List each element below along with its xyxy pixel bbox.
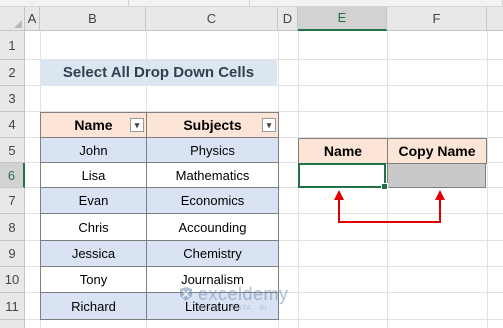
- column-header-e[interactable]: E: [298, 7, 387, 31]
- row-header-3[interactable]: 3: [0, 86, 25, 112]
- subject-cell[interactable]: Mathematics: [146, 163, 279, 188]
- subject-cell[interactable]: Economics: [146, 188, 279, 214]
- select-all-button[interactable]: [0, 7, 25, 31]
- exceldemy-logo-icon: [180, 287, 192, 301]
- subject-cell[interactable]: Accounding: [146, 214, 279, 241]
- name-cell[interactable]: Lisa: [40, 163, 147, 188]
- subject-cell[interactable]: Chemistry: [146, 241, 279, 267]
- copy-name-source-header[interactable]: Name: [298, 138, 388, 164]
- active-cell-e6[interactable]: [298, 163, 388, 190]
- copy-name-cell[interactable]: [387, 163, 486, 188]
- row-header-11[interactable]: 11: [0, 293, 25, 320]
- watermark-tagline: EXCEL · DATA · BI: [198, 305, 268, 312]
- row-header-7[interactable]: 7: [0, 188, 25, 214]
- name-cell[interactable]: Evan: [40, 188, 147, 214]
- name-cell[interactable]: Jessica: [40, 241, 147, 267]
- connector-line: [338, 214, 441, 223]
- fill-handle[interactable]: [381, 183, 388, 190]
- row-header-10[interactable]: 10: [0, 267, 25, 293]
- name-cell[interactable]: John: [40, 138, 147, 163]
- column-header-c[interactable]: C: [146, 7, 278, 31]
- left-arrowhead-icon: [334, 190, 344, 200]
- row-header-8[interactable]: 8: [0, 214, 25, 241]
- name-header-label: Name: [74, 117, 113, 133]
- column-header-d[interactable]: D: [278, 7, 298, 31]
- filter-dropdown-icon[interactable]: ▾: [262, 118, 276, 132]
- name-cell[interactable]: Richard: [40, 293, 147, 320]
- subjects-header-label: Subjects: [183, 117, 242, 133]
- sheet-title: Select All Drop Down Cells: [40, 60, 277, 86]
- row-header-4[interactable]: 4: [0, 112, 25, 138]
- row-header-9[interactable]: 9: [0, 241, 25, 267]
- select-all-icon: [14, 20, 22, 28]
- spreadsheet: A B C D E F 1 2 3 4 5 6 7 8 9 10 11 Sele…: [0, 0, 503, 328]
- exceldemy-watermark: exceldemy EXCEL · DATA · BI: [178, 284, 328, 324]
- right-arrowhead-icon: [435, 190, 445, 200]
- row-header-overflow: [0, 320, 25, 328]
- row-header-5[interactable]: 5: [0, 138, 25, 163]
- column-header-f[interactable]: F: [387, 7, 487, 31]
- row-header-6[interactable]: 6: [0, 163, 25, 188]
- filter-dropdown-icon[interactable]: ▾: [130, 118, 144, 132]
- name-cell[interactable]: Chris: [40, 214, 147, 241]
- copy-name-header[interactable]: Copy Name: [387, 138, 487, 164]
- name-header-cell[interactable]: Name ▾: [40, 112, 147, 138]
- toolbar-strip: [0, 0, 503, 7]
- column-header-a[interactable]: A: [25, 7, 40, 31]
- subject-cell[interactable]: Physics: [146, 138, 279, 163]
- watermark-name: exceldemy: [198, 284, 289, 304]
- row-header-1[interactable]: 1: [0, 31, 25, 60]
- row-header-2[interactable]: 2: [0, 60, 25, 86]
- name-cell[interactable]: Tony: [40, 267, 147, 293]
- subjects-header-cell[interactable]: Subjects ▾: [146, 112, 279, 138]
- column-header-b[interactable]: B: [40, 7, 146, 31]
- column-header-overflow: [487, 7, 503, 31]
- gridline: [487, 31, 488, 328]
